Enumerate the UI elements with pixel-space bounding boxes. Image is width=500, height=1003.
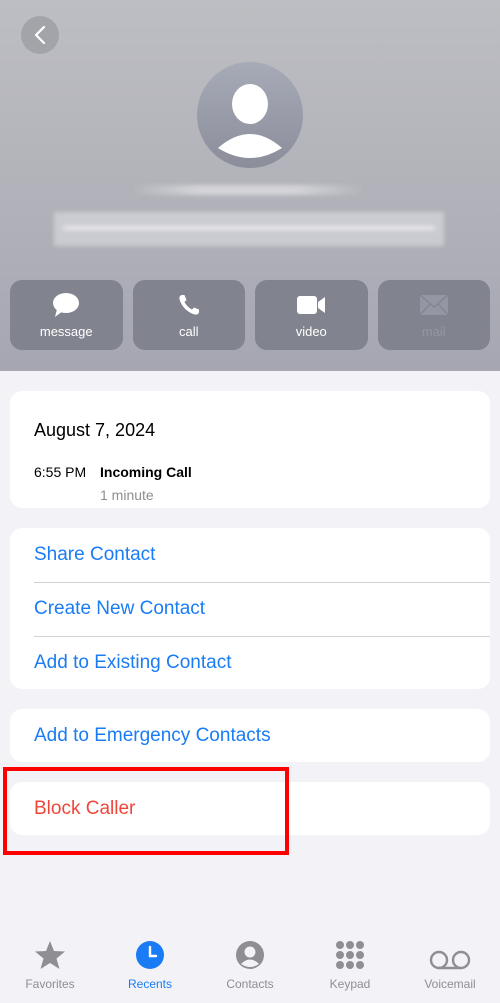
- quick-actions: message call video mail: [10, 280, 490, 350]
- chevron-left-icon: [34, 25, 46, 45]
- message-label: message: [39, 323, 93, 339]
- person-silhouette-icon: [218, 84, 282, 158]
- tab-keypad-label: Keypad: [329, 977, 371, 991]
- tab-favorites-label: Favorites: [25, 977, 75, 991]
- call-date: August 7, 2024: [34, 420, 156, 440]
- call-button[interactable]: call: [132, 280, 245, 350]
- message-bubble-icon: [53, 292, 80, 317]
- mail-label: mail: [421, 323, 446, 339]
- tab-favorites[interactable]: Favorites: [0, 930, 100, 1003]
- tab-bar: Favorites Recents Contacts Keypad Voicem…: [0, 930, 500, 1003]
- call-details-card: August 7, 2024 6:55 PM Incoming Call 1 m…: [10, 391, 490, 508]
- phone-icon: [179, 294, 199, 315]
- video-button[interactable]: video: [255, 280, 368, 350]
- share-contact-button[interactable]: Share Contact: [10, 528, 490, 582]
- add-to-existing-contact-button[interactable]: Add to Existing Contact: [10, 636, 490, 690]
- emergency-card: Add to Emergency Contacts: [10, 709, 490, 762]
- call-time: 6:55 PM: [34, 464, 87, 480]
- add-to-emergency-contacts-button[interactable]: Add to Emergency Contacts: [10, 709, 490, 762]
- call-type: Incoming Call: [100, 464, 192, 480]
- envelope-icon: [419, 294, 449, 315]
- video-label: video: [295, 323, 327, 339]
- mail-button[interactable]: mail: [377, 280, 490, 350]
- message-button[interactable]: message: [10, 280, 123, 350]
- call-label: call: [178, 323, 199, 339]
- keypad-icon: [336, 941, 364, 969]
- tab-voicemail-label: Voicemail: [424, 977, 476, 991]
- create-new-contact-button[interactable]: Create New Contact: [10, 582, 490, 636]
- person-circle-icon: [236, 941, 264, 969]
- tab-contacts-label: Contacts: [226, 977, 274, 991]
- contact-options-card: Share Contact Create New Contact Add to …: [10, 528, 490, 689]
- tab-recents-label: Recents: [127, 977, 173, 991]
- tab-keypad[interactable]: Keypad: [300, 930, 400, 1003]
- contact-avatar: [197, 62, 303, 168]
- video-camera-icon: [297, 295, 326, 314]
- highlight-annotation-box: [3, 767, 289, 855]
- contact-name-redacted: [130, 185, 365, 195]
- tab-contacts[interactable]: Contacts: [200, 930, 300, 1003]
- clock-icon: [136, 941, 164, 969]
- call-duration: 1 minute: [100, 487, 154, 503]
- tab-voicemail[interactable]: Voicemail: [400, 930, 500, 1003]
- voicemail-icon: [429, 950, 471, 970]
- back-button[interactable]: [21, 16, 59, 54]
- tab-recents[interactable]: Recents: [100, 930, 200, 1003]
- star-icon: [35, 941, 65, 969]
- contact-number-redacted: [54, 212, 444, 246]
- contact-header: message call video mail: [0, 0, 500, 371]
